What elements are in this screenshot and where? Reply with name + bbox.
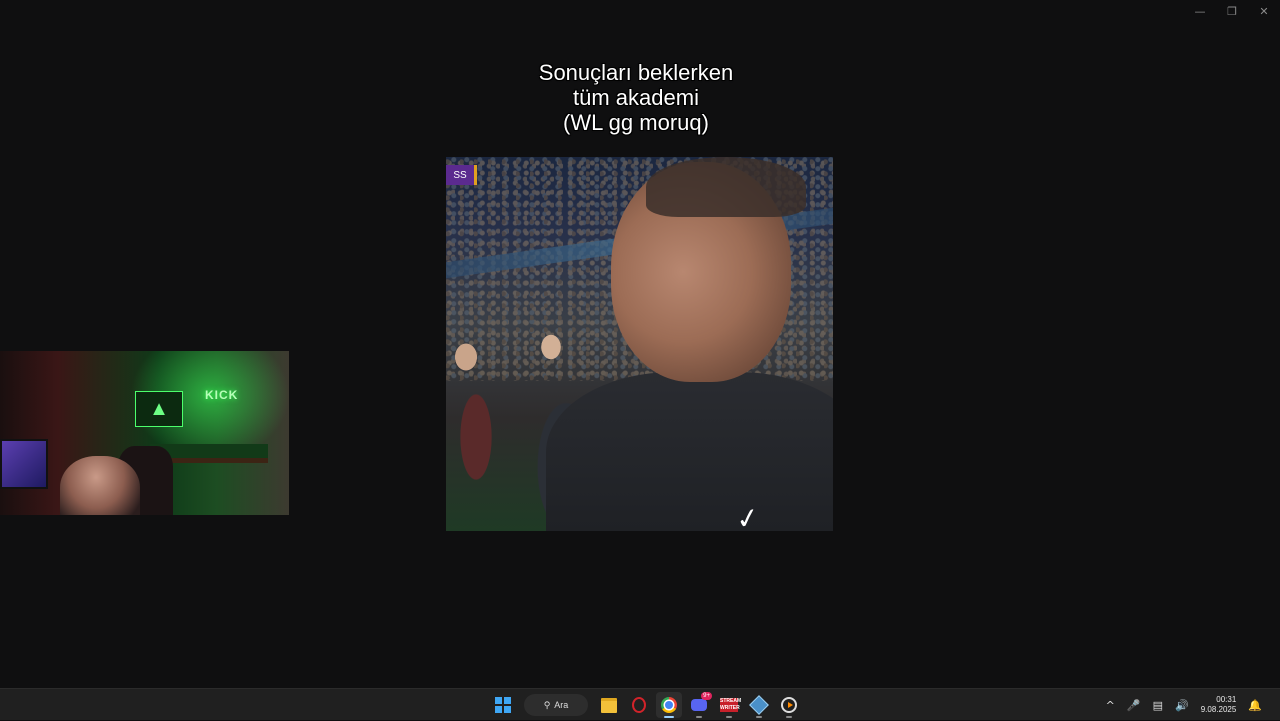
media-player-button[interactable]	[776, 692, 802, 718]
streamer-person	[60, 456, 140, 515]
crystal-icon	[749, 695, 769, 715]
search-icon: ⚲	[543, 699, 551, 710]
network-icon[interactable]: ▤	[1153, 699, 1163, 712]
score-badge: SS	[446, 165, 477, 185]
active-indicator	[664, 716, 674, 718]
neon-sign: KICK	[205, 388, 239, 402]
close-button[interactable]: ✕	[1248, 0, 1280, 22]
app-window: — ❐ ✕ Sonuçları beklerken tüm akademi (W…	[0, 0, 1280, 688]
coach-body	[546, 372, 833, 531]
caption-line-2: tüm akademi	[573, 85, 699, 110]
search-label: Ara	[554, 700, 569, 710]
restore-button[interactable]: ❐	[1216, 0, 1248, 22]
minimize-button[interactable]: —	[1184, 0, 1216, 22]
system-tray: ^ 🎤 ▤ 🔊 00:31 9.08.2025 🔔	[1106, 689, 1262, 721]
neon-triangle-icon: ▲	[135, 391, 183, 427]
taskbar: ⚲ Ara 9+ STREAM WRITER ^ 🎤 ▤ 🔊 00:31 9.0…	[0, 688, 1280, 720]
window-controls: — ❐ ✕	[1184, 0, 1280, 22]
coach-hair	[646, 157, 806, 217]
caption-line-3: (WL gg moruq)	[563, 110, 709, 135]
streamer-app-button[interactable]: STREAM WRITER	[716, 692, 742, 718]
discord-button[interactable]: 9+	[686, 692, 712, 718]
clock-time: 00:31	[1216, 695, 1237, 704]
running-indicator	[756, 716, 762, 718]
streamer-webcam: ▲ KICK	[0, 351, 289, 515]
opera-button[interactable]	[626, 692, 652, 718]
start-button[interactable]	[490, 692, 516, 718]
main-video-frame[interactable]: SS ✓	[446, 157, 833, 531]
microphone-icon[interactable]: 🎤	[1127, 699, 1141, 712]
caption-line-1: Sonuçları beklerken	[538, 60, 734, 85]
chevron-up-icon[interactable]: ^	[1106, 699, 1115, 712]
chrome-icon	[661, 697, 677, 713]
chrome-button[interactable]	[656, 692, 682, 718]
video-caption: Sonuçları beklerken tüm akademi (WL gg m…	[440, 60, 832, 135]
file-explorer-button[interactable]	[596, 692, 622, 718]
volume-icon[interactable]: 🔊	[1175, 699, 1189, 712]
notification-badge: 9+	[701, 692, 712, 700]
running-indicator	[696, 716, 702, 718]
crystal-app-button[interactable]	[746, 692, 772, 718]
notification-bell-icon[interactable]: 🔔	[1248, 699, 1262, 712]
running-indicator	[786, 716, 792, 718]
streamer-app-icon: STREAM WRITER	[720, 698, 742, 712]
folder-icon	[601, 697, 617, 713]
clock[interactable]: 00:31 9.08.2025	[1201, 695, 1237, 715]
opera-icon	[632, 697, 646, 713]
streamer-monitor	[0, 439, 48, 489]
discord-icon	[691, 699, 707, 711]
taskbar-search[interactable]: ⚲ Ara	[524, 694, 588, 716]
clock-date: 9.08.2025	[1200, 705, 1237, 714]
taskbar-apps: ⚲ Ara 9+ STREAM WRITER	[490, 689, 802, 721]
windows-logo-icon	[495, 697, 511, 713]
running-indicator	[726, 716, 732, 718]
play-icon	[781, 697, 797, 713]
